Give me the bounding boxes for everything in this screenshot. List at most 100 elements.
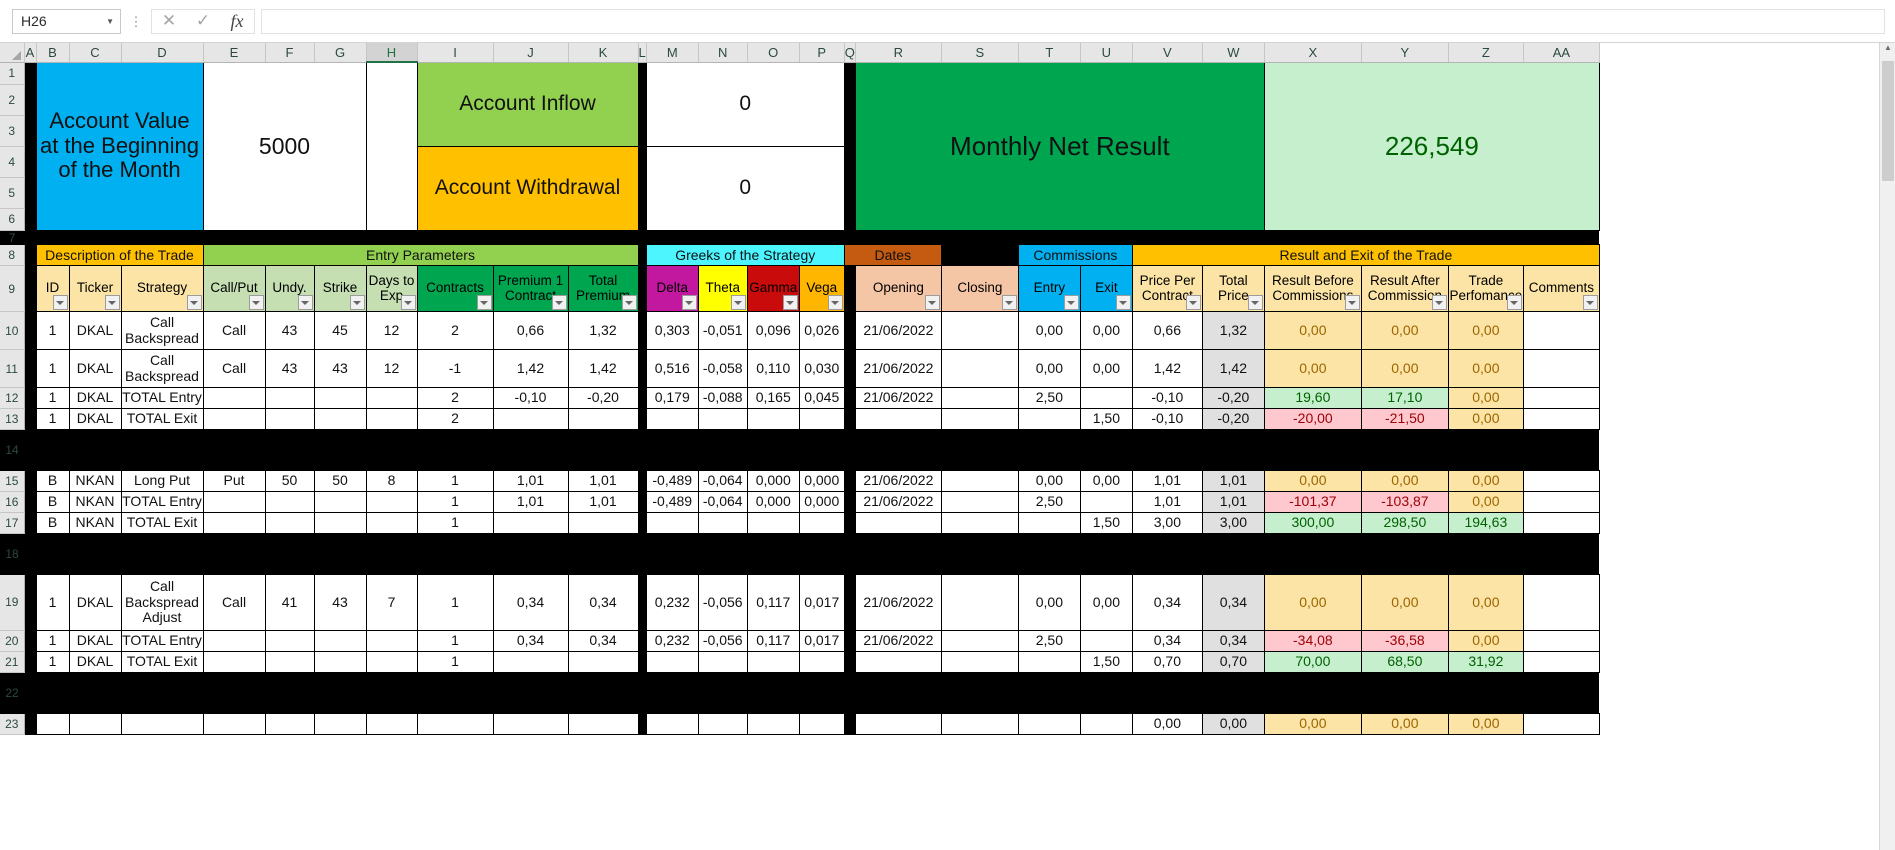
filter-dropdown-icon[interactable] bbox=[1344, 295, 1360, 310]
cell-D17[interactable]: TOTAL Exit bbox=[120, 512, 204, 534]
cell-B17[interactable]: B bbox=[35, 512, 70, 534]
column-header-W[interactable]: W bbox=[1202, 43, 1265, 63]
cell-Y23[interactable]: 0,00 bbox=[1360, 713, 1449, 735]
cell-D21[interactable]: TOTAL Exit bbox=[120, 651, 204, 673]
column-header-H[interactable]: H bbox=[366, 43, 418, 63]
filter-dropdown-icon[interactable] bbox=[1506, 295, 1522, 310]
cell-AA23[interactable] bbox=[1522, 713, 1600, 735]
cell-E19[interactable]: Call bbox=[202, 574, 266, 631]
cell-K13[interactable] bbox=[567, 408, 639, 430]
cell-G15[interactable]: 50 bbox=[313, 470, 367, 492]
cell-C16[interactable]: NKAN bbox=[68, 491, 122, 513]
cell-AA19[interactable] bbox=[1522, 574, 1600, 631]
cell-AA21[interactable] bbox=[1522, 651, 1600, 673]
cell-W13[interactable]: -0,20 bbox=[1201, 408, 1265, 430]
column-filter-header-vega[interactable]: Vega bbox=[798, 265, 845, 312]
filter-dropdown-icon[interactable] bbox=[297, 295, 313, 310]
row-header-6[interactable]: 6 bbox=[0, 208, 25, 231]
select-all-corner[interactable] bbox=[0, 43, 25, 63]
account-value-field[interactable]: 5000 bbox=[202, 61, 367, 231]
cell-U19[interactable]: 0,00 bbox=[1079, 574, 1133, 631]
column-header-C[interactable]: C bbox=[69, 43, 122, 63]
column-filter-header-premium-1-contract[interactable]: Premium 1 Contract bbox=[492, 265, 569, 312]
cell-AA10[interactable] bbox=[1522, 311, 1600, 350]
cell-C15[interactable]: NKAN bbox=[68, 470, 122, 492]
cell-D15[interactable]: Long Put bbox=[120, 470, 204, 492]
cell-AA13[interactable] bbox=[1522, 408, 1600, 430]
cell-I16[interactable]: 1 bbox=[416, 491, 494, 513]
cell-I21[interactable]: 1 bbox=[416, 651, 494, 673]
column-header-Q[interactable]: Q bbox=[844, 43, 856, 63]
cell-G17[interactable] bbox=[313, 512, 367, 534]
filter-dropdown-icon[interactable] bbox=[52, 295, 68, 310]
cell-V13[interactable]: -0,10 bbox=[1131, 408, 1203, 430]
cell-Z21[interactable]: 31,92 bbox=[1447, 651, 1524, 673]
cell-Y21[interactable]: 68,50 bbox=[1360, 651, 1449, 673]
cell-W19[interactable]: 0,34 bbox=[1201, 574, 1265, 631]
row-header-12[interactable]: 12 bbox=[0, 387, 25, 409]
cell-G16[interactable] bbox=[313, 491, 367, 513]
column-header-P[interactable]: P bbox=[799, 43, 845, 63]
row-header-4[interactable]: 4 bbox=[0, 146, 25, 178]
cancel-icon[interactable]: ✕ bbox=[152, 10, 186, 33]
cell-S10[interactable] bbox=[940, 311, 1019, 350]
cell-R20[interactable]: 21/06/2022 bbox=[854, 630, 942, 652]
cell-K20[interactable]: 0,34 bbox=[567, 630, 639, 652]
insert-function-icon[interactable]: fx bbox=[220, 10, 254, 33]
cell-O23[interactable] bbox=[746, 713, 800, 735]
cell-J11[interactable]: 1,42 bbox=[492, 349, 569, 388]
cell-J17[interactable] bbox=[492, 512, 569, 534]
cell-C10[interactable]: DKAL bbox=[68, 311, 122, 350]
column-filter-header-undy[interactable]: Undy. bbox=[264, 265, 315, 312]
cell-Z20[interactable]: 0,00 bbox=[1447, 630, 1524, 652]
cell-T23[interactable] bbox=[1017, 713, 1081, 735]
column-header-V[interactable]: V bbox=[1132, 43, 1203, 63]
cell-T13[interactable] bbox=[1017, 408, 1081, 430]
cell-E13[interactable] bbox=[202, 408, 266, 430]
filter-dropdown-icon[interactable] bbox=[1115, 295, 1131, 310]
cell-P10[interactable]: 0,026 bbox=[798, 311, 845, 350]
cell-E10[interactable]: Call bbox=[202, 311, 266, 350]
column-filter-header-closing[interactable]: Closing bbox=[940, 265, 1019, 312]
cell-T15[interactable]: 0,00 bbox=[1017, 470, 1081, 492]
row-header-21[interactable]: 21 bbox=[0, 651, 25, 673]
name-box[interactable]: H26 ▼ bbox=[12, 8, 121, 34]
cell-K15[interactable]: 1,01 bbox=[567, 470, 639, 492]
filter-dropdown-icon[interactable] bbox=[681, 295, 697, 310]
cell-V12[interactable]: -0,10 bbox=[1131, 387, 1203, 409]
cell-R12[interactable]: 21/06/2022 bbox=[854, 387, 942, 409]
cell-F23[interactable] bbox=[264, 713, 315, 735]
cell-N10[interactable]: -0,051 bbox=[697, 311, 748, 350]
cell-S16[interactable] bbox=[940, 491, 1019, 513]
row-header-18[interactable]: 18 bbox=[0, 533, 24, 575]
cell-P16[interactable]: 0,000 bbox=[798, 491, 845, 513]
cell-K16[interactable]: 1,01 bbox=[567, 491, 639, 513]
column-header-AA[interactable]: AA bbox=[1523, 43, 1600, 63]
column-header-R[interactable]: R bbox=[855, 43, 942, 63]
cell-V10[interactable]: 0,66 bbox=[1131, 311, 1203, 350]
filter-dropdown-icon[interactable] bbox=[248, 295, 264, 310]
cell-J12[interactable]: -0,10 bbox=[492, 387, 569, 409]
cell-P11[interactable]: 0,030 bbox=[798, 349, 845, 388]
cell-V11[interactable]: 1,42 bbox=[1131, 349, 1203, 388]
column-header-T[interactable]: T bbox=[1018, 43, 1081, 63]
column-header-I[interactable]: I bbox=[417, 43, 494, 63]
cell-X19[interactable]: 0,00 bbox=[1263, 574, 1362, 631]
column-header-Z[interactable]: Z bbox=[1448, 43, 1524, 63]
cell-E16[interactable] bbox=[202, 491, 266, 513]
cell-G12[interactable] bbox=[313, 387, 367, 409]
cell-C11[interactable]: DKAL bbox=[68, 349, 122, 388]
cell-Z12[interactable]: 0,00 bbox=[1447, 387, 1524, 409]
cell-Z19[interactable]: 0,00 bbox=[1447, 574, 1524, 631]
filter-dropdown-icon[interactable] bbox=[1431, 295, 1447, 310]
cell-R13[interactable] bbox=[854, 408, 942, 430]
cell-F15[interactable]: 50 bbox=[264, 470, 315, 492]
cell-U11[interactable]: 0,00 bbox=[1079, 349, 1133, 388]
cell-Y17[interactable]: 298,50 bbox=[1360, 512, 1449, 534]
cell-G13[interactable] bbox=[313, 408, 367, 430]
cell-N19[interactable]: -0,056 bbox=[697, 574, 748, 631]
cell-R17[interactable] bbox=[854, 512, 942, 534]
cell-Z10[interactable]: 0,00 bbox=[1447, 311, 1524, 350]
filter-dropdown-icon[interactable] bbox=[476, 295, 492, 310]
cell-U17[interactable]: 1,50 bbox=[1079, 512, 1133, 534]
